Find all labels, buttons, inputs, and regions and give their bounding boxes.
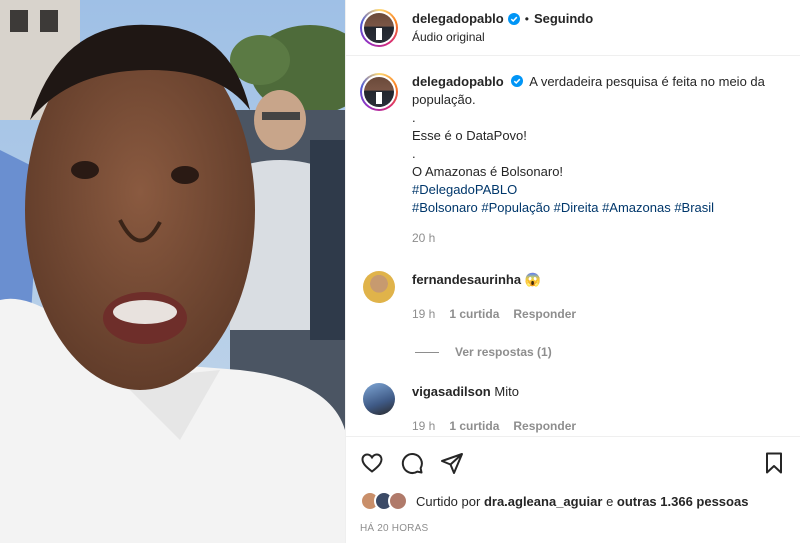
likes-middle: e [606, 493, 614, 509]
commenter-avatar[interactable] [363, 271, 395, 303]
hashtag-list[interactable]: #Bolsonaro #População #Direita #Amazonas… [412, 199, 786, 217]
author-username[interactable]: delegadopablo [412, 10, 504, 28]
commenter-avatar[interactable] [363, 383, 395, 415]
caption-line-4: . [412, 146, 416, 161]
liker-avatar[interactable] [388, 491, 408, 511]
verified-badge-icon [511, 75, 524, 87]
caption-line-5: O Amazonas é Bolsonaro! [412, 164, 564, 179]
comments-section[interactable]: delegadopablo A verdadeira pesquisa é fe… [346, 57, 800, 435]
video-still [0, 0, 345, 543]
caption: delegadopablo A verdadeira pesquisa é fe… [360, 73, 786, 247]
comment-likes[interactable]: 1 curtida [449, 305, 499, 323]
hashtag-delegadopablo[interactable]: #DelegadoPABLO [412, 181, 786, 199]
original-audio-link[interactable]: Áudio original [412, 28, 593, 46]
post-timestamp: HÁ 20 HORAS [360, 523, 429, 534]
caption-author-avatar[interactable] [360, 73, 398, 111]
bookmark-icon[interactable] [762, 451, 786, 475]
view-replies-label: Ver respostas (1) [455, 345, 552, 359]
comment-time: 19 h [412, 419, 436, 433]
heart-icon[interactable] [360, 451, 384, 475]
video-frame[interactable] [0, 0, 345, 543]
reply-button[interactable]: Responder [513, 417, 576, 435]
post-panel: delegadopablo • Seguindo Áudio original … [345, 0, 800, 543]
reply-button[interactable]: Responder [513, 305, 576, 323]
author-avatar[interactable] [360, 8, 398, 47]
comment-icon[interactable] [400, 451, 424, 475]
replies-divider [415, 351, 439, 353]
caption-line-2: . [412, 110, 416, 125]
post-header: delegadopablo • Seguindo Áudio original [346, 0, 800, 56]
caption-username[interactable]: delegadopablo [412, 74, 504, 89]
send-icon[interactable] [440, 451, 464, 475]
post-actions: Curtido por dra.agleana_aguiar e outras … [346, 436, 800, 534]
liker-username[interactable]: dra.agleana_aguiar [484, 494, 603, 509]
commenter-username[interactable]: fernandesaurinha [412, 272, 521, 287]
comment-text: 😱 [524, 272, 541, 287]
caption-line-3: Esse é o DataPovo! [412, 128, 527, 143]
comment-item: vigasadilson Mito 19 h 1 curtida Respond… [360, 383, 786, 435]
comment-time: 19 h [412, 307, 436, 321]
comment-item: fernandesaurinha 😱 19 h 1 curtida Respon… [360, 271, 786, 323]
comment-text: Mito [494, 384, 519, 399]
separator-dot: • [524, 11, 529, 26]
verified-badge-icon [507, 12, 520, 25]
likes-others-link[interactable]: outras 1.366 pessoas [617, 494, 749, 509]
liker-avatars [360, 491, 408, 511]
following-button[interactable]: Seguindo [534, 10, 593, 28]
likes-summary: Curtido por dra.agleana_aguiar e outras … [360, 491, 786, 511]
comment-likes[interactable]: 1 curtida [449, 417, 499, 435]
view-replies-button[interactable]: Ver respostas (1) [415, 345, 786, 359]
caption-time: 20 h [412, 231, 436, 245]
likes-prefix: Curtido por [416, 493, 481, 509]
commenter-username[interactable]: vigasadilson [412, 384, 491, 399]
